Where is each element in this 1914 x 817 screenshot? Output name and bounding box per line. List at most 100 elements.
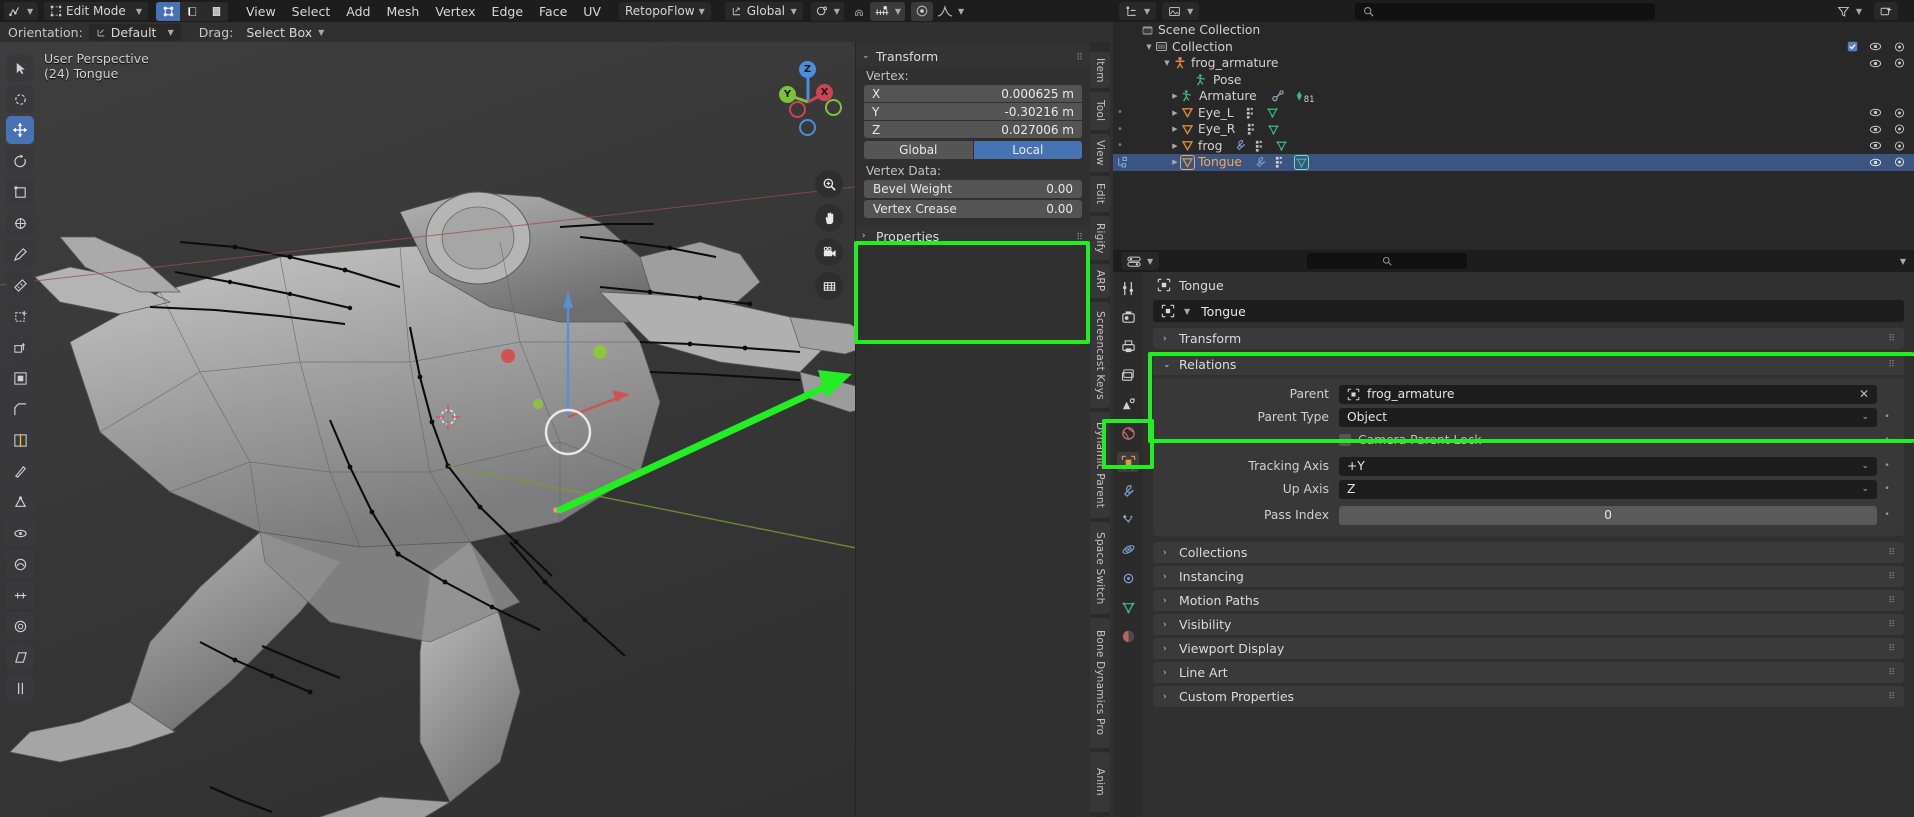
- up-axis-dropdown[interactable]: Z ⌄: [1339, 479, 1877, 499]
- panel-drag-grip[interactable]: ⠿: [1888, 620, 1896, 630]
- tracking-axis-dropdown[interactable]: +Y ⌄: [1339, 456, 1877, 476]
- properties-editor-type-button[interactable]: ▼: [1121, 252, 1160, 270]
- outliner-filter-button[interactable]: ▼: [1831, 2, 1868, 20]
- properties-tab-physics[interactable]: [1117, 539, 1139, 559]
- panel-drag-grip[interactable]: ⠿: [1888, 668, 1896, 678]
- tool-smooth[interactable]: [6, 550, 34, 578]
- sidebar-tab-dynamic-parent[interactable]: Dynamic Parent: [1090, 412, 1110, 518]
- eye-icon[interactable]: [1869, 107, 1882, 118]
- outliner-row-collection[interactable]: ▼ Collection: [1113, 39, 1914, 56]
- sidebar-tab-view[interactable]: View: [1090, 134, 1110, 172]
- object-name-field[interactable]: ▼ Tongue: [1153, 300, 1904, 322]
- outliner-row-frog-armature[interactable]: ▼ frog_armature: [1113, 55, 1914, 72]
- new-collection-button[interactable]: [1874, 2, 1898, 20]
- vertex-y-row[interactable]: Y -0.30216 m: [864, 103, 1082, 120]
- gizmo-axis-neg-y[interactable]: [825, 99, 842, 116]
- orientation-dropdown[interactable]: Default ▼: [88, 23, 181, 41]
- navigation-gizmo[interactable]: Z Y X: [760, 50, 850, 140]
- edge-select-button[interactable]: [180, 1, 204, 21]
- panel-drag-grip[interactable]: ⠿: [1888, 572, 1896, 582]
- parent-field[interactable]: frog_armature ✕: [1339, 384, 1877, 404]
- vertex-crease-row[interactable]: Vertex Crease 0.00: [864, 200, 1082, 218]
- panel-drag-grip[interactable]: ⠿: [1888, 692, 1896, 702]
- menu-vertex[interactable]: Vertex: [427, 2, 483, 20]
- tool-shrink-fatten[interactable]: [6, 612, 34, 640]
- gizmo-axis-y[interactable]: Y: [779, 86, 796, 103]
- sidebar-tab-bone-dynamics-pro[interactable]: Bone Dynamics Pro: [1090, 618, 1110, 748]
- tool-bevel[interactable]: [6, 395, 34, 423]
- chevron-down-icon[interactable]: ▼: [1184, 307, 1190, 316]
- face-select-button[interactable]: [204, 1, 228, 21]
- menu-view[interactable]: View: [238, 2, 284, 20]
- animate-property-dot[interactable]: •: [1882, 412, 1892, 422]
- properties-tab-world[interactable]: [1117, 423, 1139, 443]
- eye-icon[interactable]: [1869, 140, 1882, 151]
- transform-orientation-selector[interactable]: Global ▼: [724, 2, 803, 20]
- properties-tab-tool[interactable]: [1117, 278, 1139, 298]
- pass-index-field[interactable]: 0: [1339, 505, 1877, 525]
- properties-tab-scene[interactable]: [1117, 394, 1139, 414]
- camera-render-icon[interactable]: [1893, 123, 1906, 135]
- camera-render-icon[interactable]: [1893, 140, 1906, 152]
- pan-hand-icon[interactable]: [815, 204, 843, 232]
- expand-toggle[interactable]: ▼: [1143, 43, 1155, 51]
- tool-shear[interactable]: [6, 643, 34, 671]
- sidebar-tab-screencast-keys[interactable]: Screencast Keys: [1090, 302, 1110, 408]
- properties-tab-output[interactable]: [1117, 336, 1139, 356]
- outliner-row-eye-r[interactable]: • ▶ Eye_R: [1113, 121, 1914, 138]
- camera-render-icon[interactable]: [1893, 57, 1906, 69]
- outliner-row-tongue[interactable]: ▶ Tongue: [1113, 154, 1914, 171]
- vertex-select-button[interactable]: [156, 1, 180, 21]
- drag-dropdown[interactable]: Select Box ▼: [239, 24, 331, 41]
- panel-drag-grip[interactable]: ⠿: [1888, 360, 1896, 370]
- outliner-search-input[interactable]: [1355, 2, 1656, 20]
- eye-icon[interactable]: [1869, 41, 1882, 52]
- tool-cursor[interactable]: [6, 54, 34, 82]
- properties-tab-data[interactable]: [1117, 597, 1139, 617]
- menu-uv[interactable]: UV: [575, 2, 609, 20]
- menu-face[interactable]: Face: [531, 2, 575, 20]
- expand-toggle[interactable]: ▶: [1169, 109, 1181, 117]
- panel-motion-paths[interactable]: › Motion Paths ⠿: [1153, 590, 1904, 611]
- properties-tab-material[interactable]: [1117, 626, 1139, 646]
- panel-drag-grip[interactable]: ⠿: [1888, 334, 1896, 344]
- tool-scale[interactable]: [6, 178, 34, 206]
- animate-property-dot[interactable]: •: [1882, 461, 1892, 471]
- eye-icon[interactable]: [1869, 157, 1882, 168]
- properties-tab-particles[interactable]: [1117, 510, 1139, 530]
- bevel-weight-row[interactable]: Bevel Weight 0.00: [864, 180, 1082, 198]
- clear-parent-icon[interactable]: ✕: [1859, 387, 1869, 401]
- panel-header-properties[interactable]: › Properties ⠿: [856, 226, 1090, 246]
- local-space-button[interactable]: Local: [973, 141, 1082, 159]
- panel-custom-properties[interactable]: › Custom Properties ⠿: [1153, 686, 1904, 707]
- snap-increment-button[interactable]: ▼: [869, 1, 906, 21]
- expand-toggle[interactable]: ▶: [1169, 125, 1181, 133]
- properties-search-input[interactable]: [1307, 253, 1468, 269]
- camera-render-icon[interactable]: [1893, 107, 1906, 119]
- panel-drag-grip[interactable]: ⠿: [1076, 233, 1084, 243]
- tool-spin[interactable]: [6, 519, 34, 547]
- sidebar-tab-anim[interactable]: Anim: [1090, 752, 1110, 812]
- menu-edge[interactable]: Edge: [484, 2, 531, 20]
- mode-selector[interactable]: Edit Mode ▼: [44, 2, 148, 20]
- sidebar-tab-rigify[interactable]: Rigify: [1090, 216, 1110, 260]
- tool-add-cube[interactable]: [6, 302, 34, 330]
- tool-move[interactable]: [6, 116, 34, 144]
- sidebar-tab-arp[interactable]: ARP: [1090, 264, 1110, 298]
- outliner-row-pose[interactable]: Pose: [1113, 72, 1914, 89]
- panel-transform[interactable]: › Transform ⠿: [1153, 328, 1904, 349]
- properties-tab-modifier[interactable]: [1117, 481, 1139, 501]
- outliner-display-mode-button[interactable]: ▼: [1119, 2, 1157, 20]
- tool-select-box[interactable]: [6, 85, 34, 113]
- tool-loopcut[interactable]: [6, 426, 34, 454]
- tool-knife[interactable]: [6, 457, 34, 485]
- editor-type-button[interactable]: ▼: [4, 2, 38, 20]
- properties-tab-object[interactable]: [1117, 452, 1139, 472]
- snap-toggle-button[interactable]: [848, 2, 870, 21]
- properties-tab-view-layer[interactable]: [1117, 365, 1139, 385]
- properties-options-chevron[interactable]: ▼: [1900, 257, 1906, 266]
- animate-property-dot[interactable]: •: [1882, 435, 1892, 445]
- outliner-row-armature-data[interactable]: ▶ Armature 81: [1113, 88, 1914, 105]
- tool-rip[interactable]: [6, 674, 34, 702]
- proportional-edit-button[interactable]: [911, 1, 934, 21]
